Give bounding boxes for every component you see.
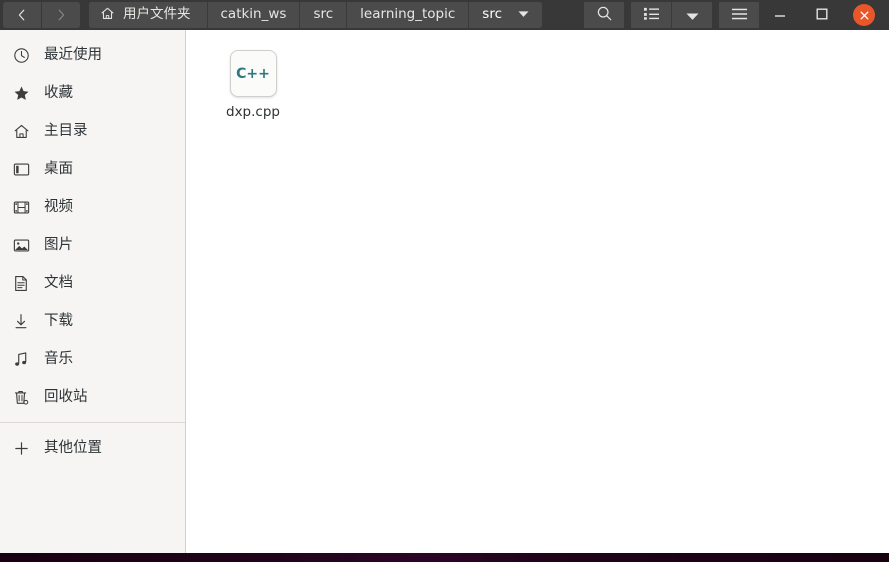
sidebar-item-documents[interactable]: 文档 (0, 264, 185, 302)
document-icon (11, 273, 31, 293)
list-view-button[interactable] (631, 2, 671, 28)
desktop-icon (11, 159, 31, 179)
view-button-group (631, 0, 712, 30)
sidebar-item-label: 收藏 (44, 84, 73, 101)
home-icon (100, 6, 115, 25)
sidebar-item-videos[interactable]: 视频 (0, 188, 185, 226)
sidebar-item-label: 其他位置 (44, 439, 102, 456)
sidebar-item-trash[interactable]: 回收站 (0, 378, 185, 416)
music-note-icon (11, 349, 31, 369)
file-item[interactable]: C++ dxp.cpp (204, 44, 302, 124)
back-button[interactable] (3, 2, 41, 28)
sidebar-item-label: 桌面 (44, 160, 73, 177)
trash-icon (11, 387, 31, 407)
header-right-section (577, 0, 889, 30)
forward-button[interactable] (41, 2, 80, 28)
breadcrumb-item-catkin-ws[interactable]: catkin_ws (206, 2, 300, 28)
sidebar-item-starred[interactable]: 收藏 (0, 74, 185, 112)
breadcrumb: 用户文件夹 catkin_ws src learning_topic src (89, 2, 543, 28)
menu-button-group (719, 0, 759, 30)
close-button-circle (853, 4, 875, 26)
file-manager-window: 用户文件夹 catkin_ws src learning_topic src 最… (0, 0, 889, 562)
close-button[interactable] (843, 0, 885, 30)
minimize-button[interactable] (759, 0, 801, 30)
file-extension-label: C++ (236, 65, 270, 82)
sidebar: 最近使用 收藏 主目录 桌面 视频 图片 文档 下载 音乐 回收站 其他位置 (0, 30, 186, 553)
image-icon (11, 235, 31, 255)
search-icon (596, 5, 613, 26)
sidebar-item-label: 音乐 (44, 350, 73, 367)
file-list-area[interactable]: C++ dxp.cpp (186, 30, 889, 553)
breadcrumb-label: src (482, 6, 503, 23)
chevron-right-icon (54, 8, 68, 22)
sidebar-divider (0, 422, 185, 423)
chevron-left-icon (15, 8, 29, 22)
chevron-down-icon (685, 6, 699, 25)
sidebar-item-label: 最近使用 (44, 46, 102, 63)
list-view-icon (643, 6, 660, 25)
sidebar-item-label: 下载 (44, 312, 73, 329)
sidebar-item-label: 视频 (44, 198, 73, 215)
header-bar: 用户文件夹 catkin_ws src learning_topic src (0, 0, 889, 30)
icon-grid: C++ dxp.cpp (204, 44, 889, 124)
main-menu-button[interactable] (719, 2, 759, 28)
sidebar-item-music[interactable]: 音乐 (0, 340, 185, 378)
chevron-down-icon[interactable] (518, 8, 529, 22)
hamburger-menu-icon (731, 6, 748, 25)
search-button-group (584, 0, 624, 30)
header-spacer (542, 0, 577, 30)
star-icon (11, 83, 31, 103)
sidebar-item-pictures[interactable]: 图片 (0, 226, 185, 264)
sidebar-item-desktop[interactable]: 桌面 (0, 150, 185, 188)
sidebar-item-label: 图片 (44, 236, 73, 253)
navigation-button-group (3, 2, 80, 28)
cpp-file-icon: C++ (229, 50, 277, 97)
sidebar-item-home[interactable]: 主目录 (0, 112, 185, 150)
home-icon (11, 121, 31, 141)
sidebar-item-downloads[interactable]: 下载 (0, 302, 185, 340)
clock-icon (11, 45, 31, 65)
sidebar-item-recent[interactable]: 最近使用 (0, 36, 185, 74)
sidebar-item-label: 回收站 (44, 388, 88, 405)
breadcrumb-item-learning-topic[interactable]: learning_topic (346, 2, 469, 28)
download-icon (11, 311, 31, 331)
header-left-section: 用户文件夹 catkin_ws src learning_topic src (0, 0, 543, 30)
search-button[interactable] (584, 2, 624, 28)
file-name-label: dxp.cpp (226, 104, 280, 120)
maximize-icon (815, 6, 829, 25)
breadcrumb-item-src-current[interactable]: src (468, 2, 543, 28)
minimize-icon (773, 6, 787, 25)
sidebar-item-other-locations[interactable]: 其他位置 (0, 429, 185, 467)
breadcrumb-item-home[interactable]: 用户文件夹 (89, 2, 207, 28)
window-body: 最近使用 收藏 主目录 桌面 视频 图片 文档 下载 音乐 回收站 其他位置 C… (0, 30, 889, 553)
breadcrumb-label: learning_topic (360, 6, 456, 23)
desktop-background-strip (0, 553, 889, 562)
sidebar-item-label: 主目录 (44, 122, 88, 139)
sidebar-item-label: 文档 (44, 274, 73, 291)
maximize-button[interactable] (801, 0, 843, 30)
close-icon (859, 6, 870, 25)
breadcrumb-label: catkin_ws (220, 6, 287, 23)
view-options-button[interactable] (671, 2, 712, 28)
breadcrumb-item-src-1[interactable]: src (299, 2, 347, 28)
breadcrumb-label: src (313, 6, 334, 23)
plus-icon (11, 438, 31, 458)
breadcrumb-label: 用户文件夹 (123, 6, 191, 23)
film-icon (11, 197, 31, 217)
